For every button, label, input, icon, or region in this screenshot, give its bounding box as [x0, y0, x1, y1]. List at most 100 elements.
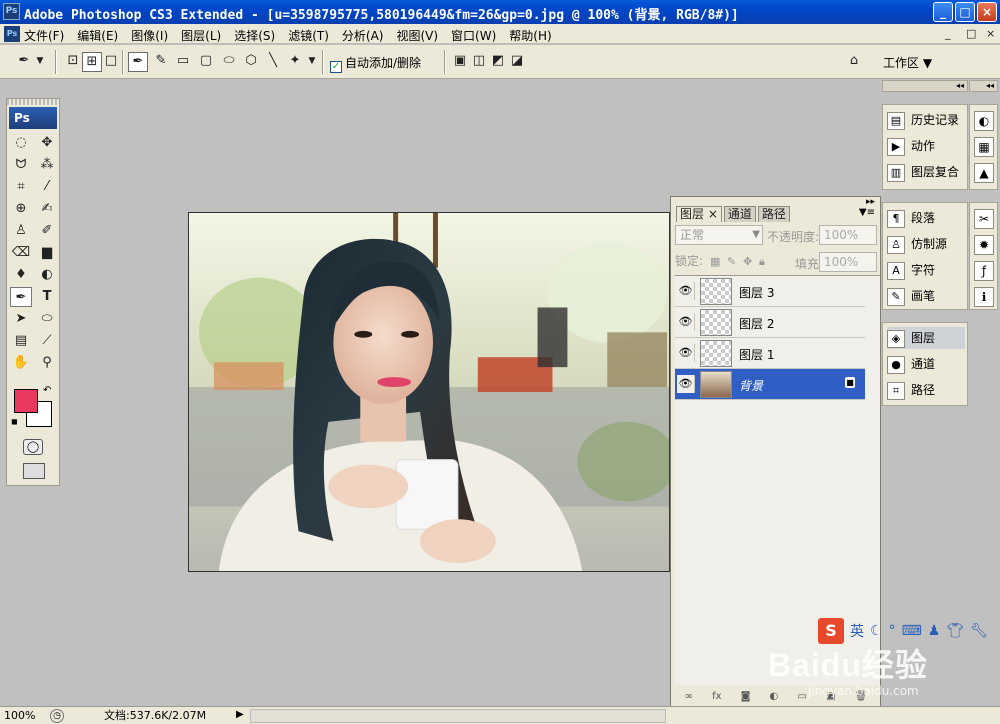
tab-layers[interactable]: 图层 × [676, 206, 722, 222]
hand-icon[interactable]: ✋ [10, 353, 32, 373]
rounded-rectangle-icon[interactable]: ▢ [196, 52, 216, 72]
horizontal-scrollbar[interactable] [250, 709, 666, 723]
marquee-icon[interactable]: ◌ [10, 133, 32, 153]
lock-image-icon[interactable]: ✎ [727, 255, 736, 268]
pen-icon[interactable]: ✒ [128, 52, 148, 72]
healing-icon[interactable]: ⊕ [10, 199, 32, 219]
dock-item-actions[interactable]: ▶ 动作 [887, 135, 935, 157]
english-mode-icon[interactable]: 英 [850, 621, 864, 641]
layer-row[interactable]: 👁︎ 图层 3 [675, 276, 865, 307]
zoom-field[interactable]: 100% [4, 709, 44, 723]
ellipse-icon[interactable]: ⬭ [219, 52, 239, 72]
navigator-icon[interactable]: ◐ [974, 111, 994, 131]
eraser-icon[interactable]: ⌫ [10, 243, 32, 263]
measurement-log-icon[interactable]: ƒ [974, 261, 994, 281]
dodge-icon[interactable]: ◐ [36, 265, 58, 285]
adjustment-layer-icon[interactable]: ◐ [770, 691, 779, 705]
menu-window[interactable]: 窗口(W) [451, 27, 496, 44]
panel-menu-icon[interactable]: ▼≡ [859, 207, 875, 218]
quick-mask-icon[interactable]: ◯ [23, 439, 43, 455]
panel-collapse-icon[interactable]: ▸▸ [866, 197, 875, 207]
pen-icon[interactable]: ✒ [10, 287, 32, 307]
path-intersect-icon[interactable]: ◩ [488, 52, 508, 72]
custom-shape-icon[interactable]: ✦ [285, 52, 305, 72]
path-exclude-icon[interactable]: ◪ [507, 52, 527, 72]
swatches-icon[interactable]: ▦ [974, 137, 994, 157]
crop-icon[interactable]: ⌗ [10, 177, 32, 197]
line-icon[interactable]: ╲ [263, 52, 283, 72]
blur-icon[interactable]: ♦ [10, 265, 32, 285]
layer-row-background[interactable]: 👁︎ 背景 ■ [675, 369, 865, 400]
dock-item-layers[interactable]: ◈ 图层 [887, 327, 965, 349]
zoom-icon[interactable]: ⚲ [36, 353, 58, 373]
maximize-button[interactable]: □ [955, 2, 975, 22]
polygon-icon[interactable]: ⬡ [241, 52, 261, 72]
dock-item-paths[interactable]: ⌗ 路径 [887, 379, 935, 401]
toolbox-header[interactable]: Ps [9, 107, 57, 129]
shape-layers-icon[interactable]: ⊡ [63, 52, 83, 72]
visibility-eye-icon[interactable]: 👁︎ [677, 375, 695, 393]
rectangle-icon[interactable]: ▭ [173, 52, 193, 72]
notes-icon[interactable]: ▤ [10, 331, 32, 351]
toolbox-grip[interactable] [7, 99, 59, 105]
tab-paths[interactable]: 路径 [757, 206, 790, 222]
stamp-icon[interactable]: ♙ [10, 221, 32, 241]
dock-item-clone-source[interactable]: ♙ 仿制源 [887, 233, 947, 255]
user-icon[interactable]: ♟ [928, 623, 941, 639]
foreground-color-swatch[interactable] [14, 389, 38, 413]
preset-dropdown-icon[interactable]: ▼ [34, 52, 46, 72]
lock-transparent-icon[interactable]: ▦ [710, 255, 720, 268]
tool-presets-icon[interactable]: ✂ [974, 209, 994, 229]
slice-icon[interactable]: ⁄ [36, 177, 58, 197]
layer-style-icon[interactable]: fx [712, 691, 721, 705]
visibility-eye-icon[interactable]: 👁︎ [677, 282, 695, 300]
paths-mode-icon[interactable]: ⊞ [82, 52, 102, 72]
keyboard-icon[interactable]: ⌨ [902, 623, 922, 639]
menu-select[interactable]: 选择(S) [234, 27, 275, 44]
visibility-eye-icon[interactable]: 👁︎ [677, 344, 695, 362]
settings-wrench-icon[interactable]: 🔧︎ [970, 623, 988, 639]
dock-item-layer-comps[interactable]: ▥ 图层复合 [887, 161, 959, 183]
eyedropper-icon[interactable]: ⟋ [36, 331, 58, 351]
lasso-icon[interactable]: ᗢ [10, 155, 32, 175]
layer-row[interactable]: 👁︎ 图层 2 [675, 307, 865, 338]
dock-item-channels[interactable]: ● 通道 [887, 353, 935, 375]
dock-item-character[interactable]: A 字符 [887, 259, 935, 281]
menu-view[interactable]: 视图(V) [396, 27, 438, 44]
auto-add-delete-checkbox[interactable]: ✓ 自动添加/删除 [330, 54, 421, 73]
gradient-icon[interactable]: ▆ [36, 243, 58, 263]
doc-close-button[interactable]: × [986, 27, 995, 40]
info-icon[interactable]: ℹ [974, 287, 994, 307]
skin-icon[interactable]: 👕︎ [946, 623, 964, 639]
dock-collapse-bar[interactable]: ◂◂ [882, 80, 968, 92]
link-layers-icon[interactable]: ∞ [685, 691, 693, 705]
histogram-icon[interactable]: ▲ [974, 163, 994, 183]
workspace-menu[interactable]: 工作区 ▼ [883, 54, 932, 71]
menu-help[interactable]: 帮助(H) [509, 27, 551, 44]
menu-image[interactable]: 图像(I) [131, 27, 168, 44]
history-brush-icon[interactable]: ✐ [36, 221, 58, 241]
status-menu-arrow-icon[interactable]: ▶ [236, 709, 244, 720]
tab-channels[interactable]: 通道 [723, 206, 756, 222]
dock-item-history[interactable]: ▤ 历史记录 [887, 109, 959, 131]
doc-minimize-button[interactable]: _ [945, 27, 951, 40]
path-add-icon[interactable]: ▣ [450, 52, 470, 72]
menu-filter[interactable]: 滤镜(T) [288, 27, 329, 44]
magic-wand-icon[interactable]: ⁂ [36, 155, 58, 175]
freeform-pen-icon[interactable]: ✎ [151, 52, 171, 72]
pen-tool-preset-icon[interactable]: ✒ [14, 52, 34, 72]
fill-pixels-icon[interactable]: □ [101, 52, 121, 72]
swap-colors-icon[interactable]: ↶ [43, 385, 51, 396]
move-icon[interactable]: ✥ [36, 133, 58, 153]
lock-position-icon[interactable]: ✥ [743, 255, 752, 268]
punctuation-icon[interactable]: ° [889, 623, 896, 639]
menu-edit[interactable]: 编辑(E) [77, 27, 118, 44]
path-select-icon[interactable]: ➤ [10, 309, 32, 329]
doc-restore-button[interactable]: □ [966, 27, 976, 40]
new-group-icon[interactable]: ▭ [797, 691, 806, 705]
checkbox-check-icon[interactable]: ✓ [330, 61, 342, 73]
dock-item-brushes[interactable]: ✎ 画笔 [887, 285, 935, 307]
layer-mask-icon[interactable]: ◙ [741, 691, 751, 705]
brush-icon[interactable]: ✍ [36, 199, 58, 219]
menu-analysis[interactable]: 分析(A) [342, 27, 384, 44]
